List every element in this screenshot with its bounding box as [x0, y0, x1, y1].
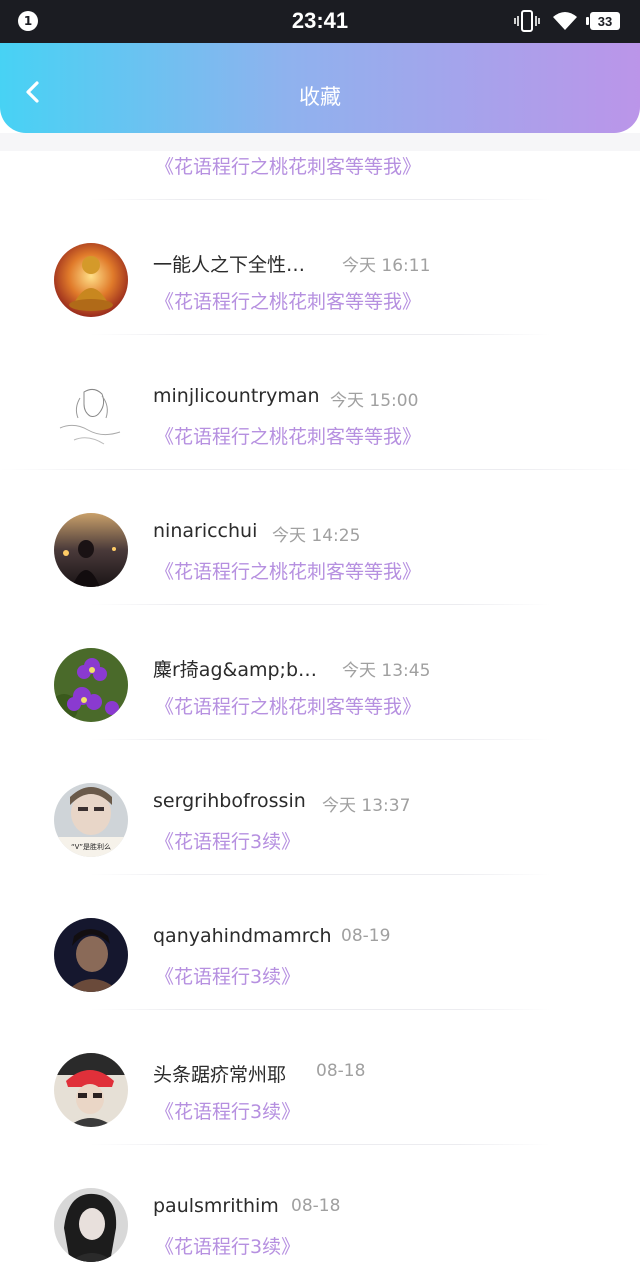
- avatar[interactable]: [54, 918, 128, 992]
- item-username: ninaricchui: [153, 520, 258, 542]
- item-username: paulsmrithim: [153, 1195, 279, 1217]
- list-item[interactable]: qanyahindmamrch 08-19 《花语程行3续》: [0, 875, 640, 1010]
- item-book-title[interactable]: 《花语程行3续》: [155, 1097, 300, 1124]
- item-book-title[interactable]: 《花语程行之桃花刺客等等我》: [155, 557, 421, 584]
- battery-icon: 33: [586, 12, 620, 30]
- item-time: 08-18: [316, 1061, 366, 1081]
- favorites-list: 《花语程行之桃花刺客等等我》 一能人之下全性… 今天 16:11 《花语程行之桃…: [0, 0, 640, 1280]
- avatar[interactable]: [54, 648, 128, 722]
- item-username: 一能人之下全性…: [153, 254, 306, 276]
- list-item[interactable]: ninaricchui 今天 14:25 《花语程行之桃花刺客等等我》: [0, 470, 640, 605]
- item-username: qanyahindmamrch: [153, 925, 332, 947]
- item-book-title[interactable]: 《花语程行3续》: [155, 1232, 300, 1259]
- status-icons: 33: [514, 9, 620, 33]
- vibrate-icon: [514, 9, 540, 33]
- item-username: 头条踞疥常州耶: [153, 1064, 287, 1086]
- item-book-title[interactable]: 《花语程行3续》: [155, 827, 300, 854]
- item-book-title[interactable]: 《花语程行之桃花刺客等等我》: [155, 287, 421, 314]
- item-username: sergrihbofrossin: [153, 790, 306, 812]
- avatar[interactable]: [54, 243, 128, 317]
- item-username: 麋r掎ag&amp;b…: [153, 659, 318, 681]
- page-title: 收藏: [299, 85, 341, 109]
- item-book-title[interactable]: 《花语程行3续》: [155, 962, 300, 989]
- avatar[interactable]: [54, 378, 128, 452]
- app-header: 收藏: [0, 43, 640, 133]
- item-time: 今天 13:45: [342, 661, 431, 681]
- item-username: minjlicountryman: [153, 385, 320, 407]
- item-time: 今天 16:11: [342, 256, 431, 276]
- avatar[interactable]: [54, 513, 128, 587]
- list-item[interactable]: paulsmrithim 08-18 《花语程行3续》: [0, 1145, 640, 1280]
- item-time: 今天 14:25: [272, 526, 361, 546]
- item-book-title[interactable]: 《花语程行之桃花刺客等等我》: [155, 692, 421, 719]
- status-bar: 1 23:41 33: [0, 0, 640, 43]
- list-item[interactable]: “V”是胜利么 sergrihbofrossin 今天 13:37 《花语程行3…: [0, 740, 640, 875]
- avatar[interactable]: [54, 1188, 128, 1262]
- item-book-title[interactable]: 《花语程行之桃花刺客等等我》: [155, 152, 421, 179]
- avatar[interactable]: [54, 1053, 128, 1127]
- list-item[interactable]: minjlicountryman 今天 15:00 《花语程行之桃花刺客等等我》: [0, 335, 640, 470]
- item-time: 今天 13:37: [322, 796, 411, 816]
- wifi-icon: [552, 10, 578, 32]
- avatar[interactable]: “V”是胜利么: [54, 783, 128, 857]
- item-time: 08-18: [291, 1196, 341, 1216]
- header-shadow: [0, 133, 640, 151]
- list-item[interactable]: 麋r掎ag&amp;b… 今天 13:45 《花语程行之桃花刺客等等我》: [0, 605, 640, 740]
- list-item[interactable]: 头条踞疥常州耶 08-18 《花语程行3续》: [0, 1010, 640, 1145]
- item-time: 今天 15:00: [330, 391, 419, 411]
- list-item[interactable]: 一能人之下全性… 今天 16:11 《花语程行之桃花刺客等等我》: [0, 200, 640, 335]
- avatar-caption: “V”是胜利么: [71, 842, 111, 851]
- item-book-title[interactable]: 《花语程行之桃花刺客等等我》: [155, 422, 421, 449]
- item-time: 08-19: [341, 926, 391, 946]
